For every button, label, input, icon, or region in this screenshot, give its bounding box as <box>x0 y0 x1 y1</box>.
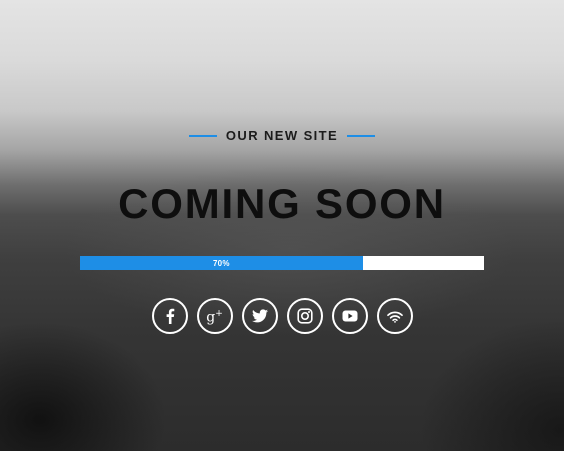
youtube-button[interactable] <box>331 298 368 334</box>
google-plus-icon: g+ <box>206 309 223 326</box>
wifi-icon <box>386 310 403 323</box>
twitter-button[interactable] <box>241 298 278 334</box>
eyebrow-text: OUR NEW SITE <box>225 128 339 143</box>
progress-label: 70% <box>212 258 230 268</box>
facebook-icon <box>166 308 174 324</box>
instagram-icon <box>296 308 313 324</box>
eyebrow-row: OUR NEW SITE <box>0 128 564 143</box>
google-plus-button[interactable]: g+ <box>196 298 233 334</box>
eyebrow-right-line <box>347 134 376 137</box>
twitter-icon <box>251 309 268 323</box>
page-title: COMING SOON <box>118 180 446 227</box>
social-links: g+ <box>0 298 564 334</box>
progress-bar: 70% <box>80 256 484 270</box>
facebook-button[interactable] <box>151 298 188 334</box>
progress-fill: 70% <box>80 256 363 270</box>
instagram-button[interactable] <box>286 298 323 334</box>
eyebrow-left-line <box>188 134 217 137</box>
wifi-button[interactable] <box>376 298 413 334</box>
youtube-icon <box>342 310 357 322</box>
